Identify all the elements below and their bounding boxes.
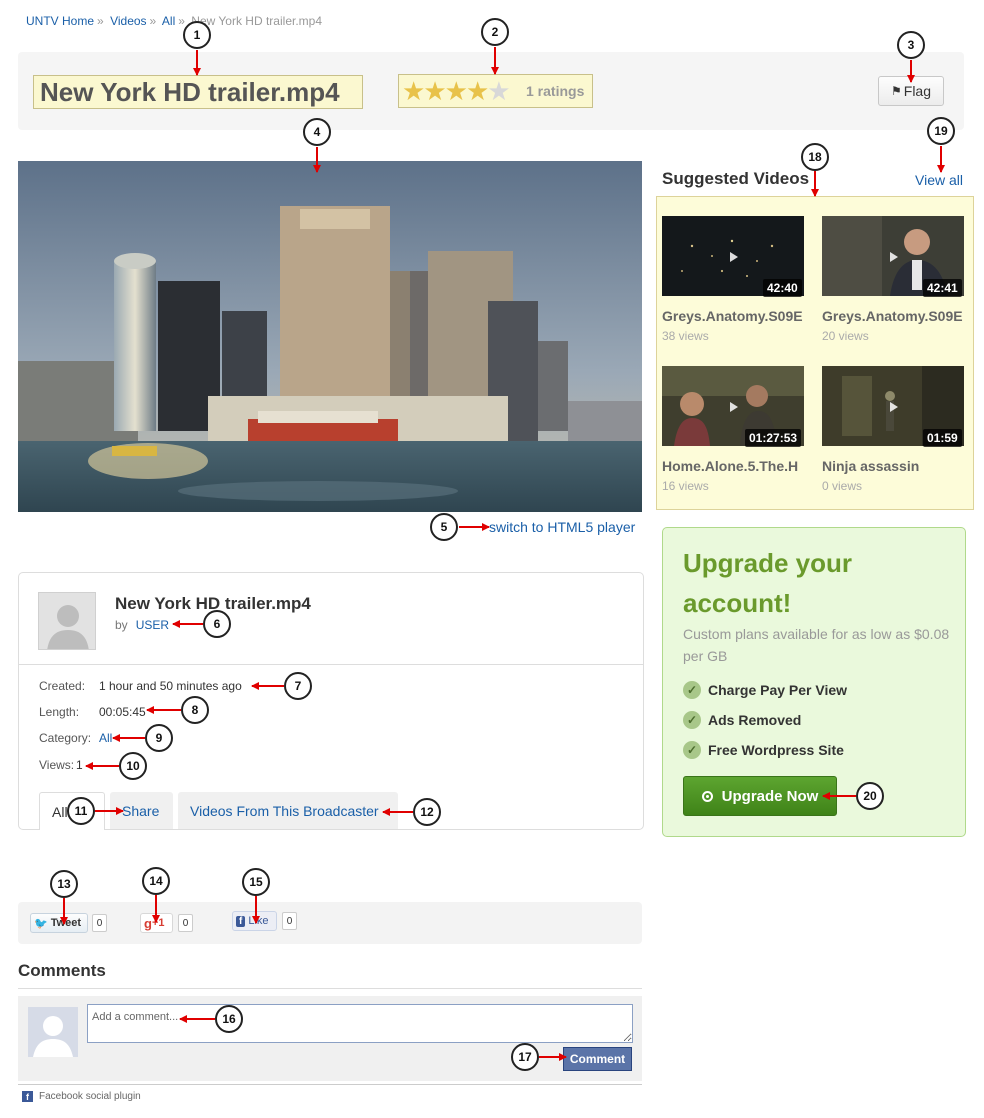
callout-9: 9 [145, 724, 173, 752]
callout-14: 14 [142, 867, 170, 895]
callout-12: 12 [413, 798, 441, 826]
callout-13: 13 [50, 870, 78, 898]
callout-20: 20 [856, 782, 884, 810]
callout-10: 10 [119, 752, 147, 780]
callout-15: 15 [242, 868, 270, 896]
callout-3: 3 [897, 31, 925, 59]
callout-1: 1 [183, 21, 211, 49]
callout-18: 18 [801, 143, 829, 171]
callout-7: 7 [284, 672, 312, 700]
callout-16: 16 [215, 1005, 243, 1033]
callout-17: 17 [511, 1043, 539, 1071]
annotation-arrows [60, 47, 945, 1061]
callout-11: 11 [67, 797, 95, 825]
callout-19: 19 [927, 117, 955, 145]
callout-4: 4 [303, 118, 331, 146]
callout-2: 2 [481, 18, 509, 46]
callout-6: 6 [203, 610, 231, 638]
callout-5: 5 [430, 513, 458, 541]
callout-8: 8 [181, 696, 209, 724]
